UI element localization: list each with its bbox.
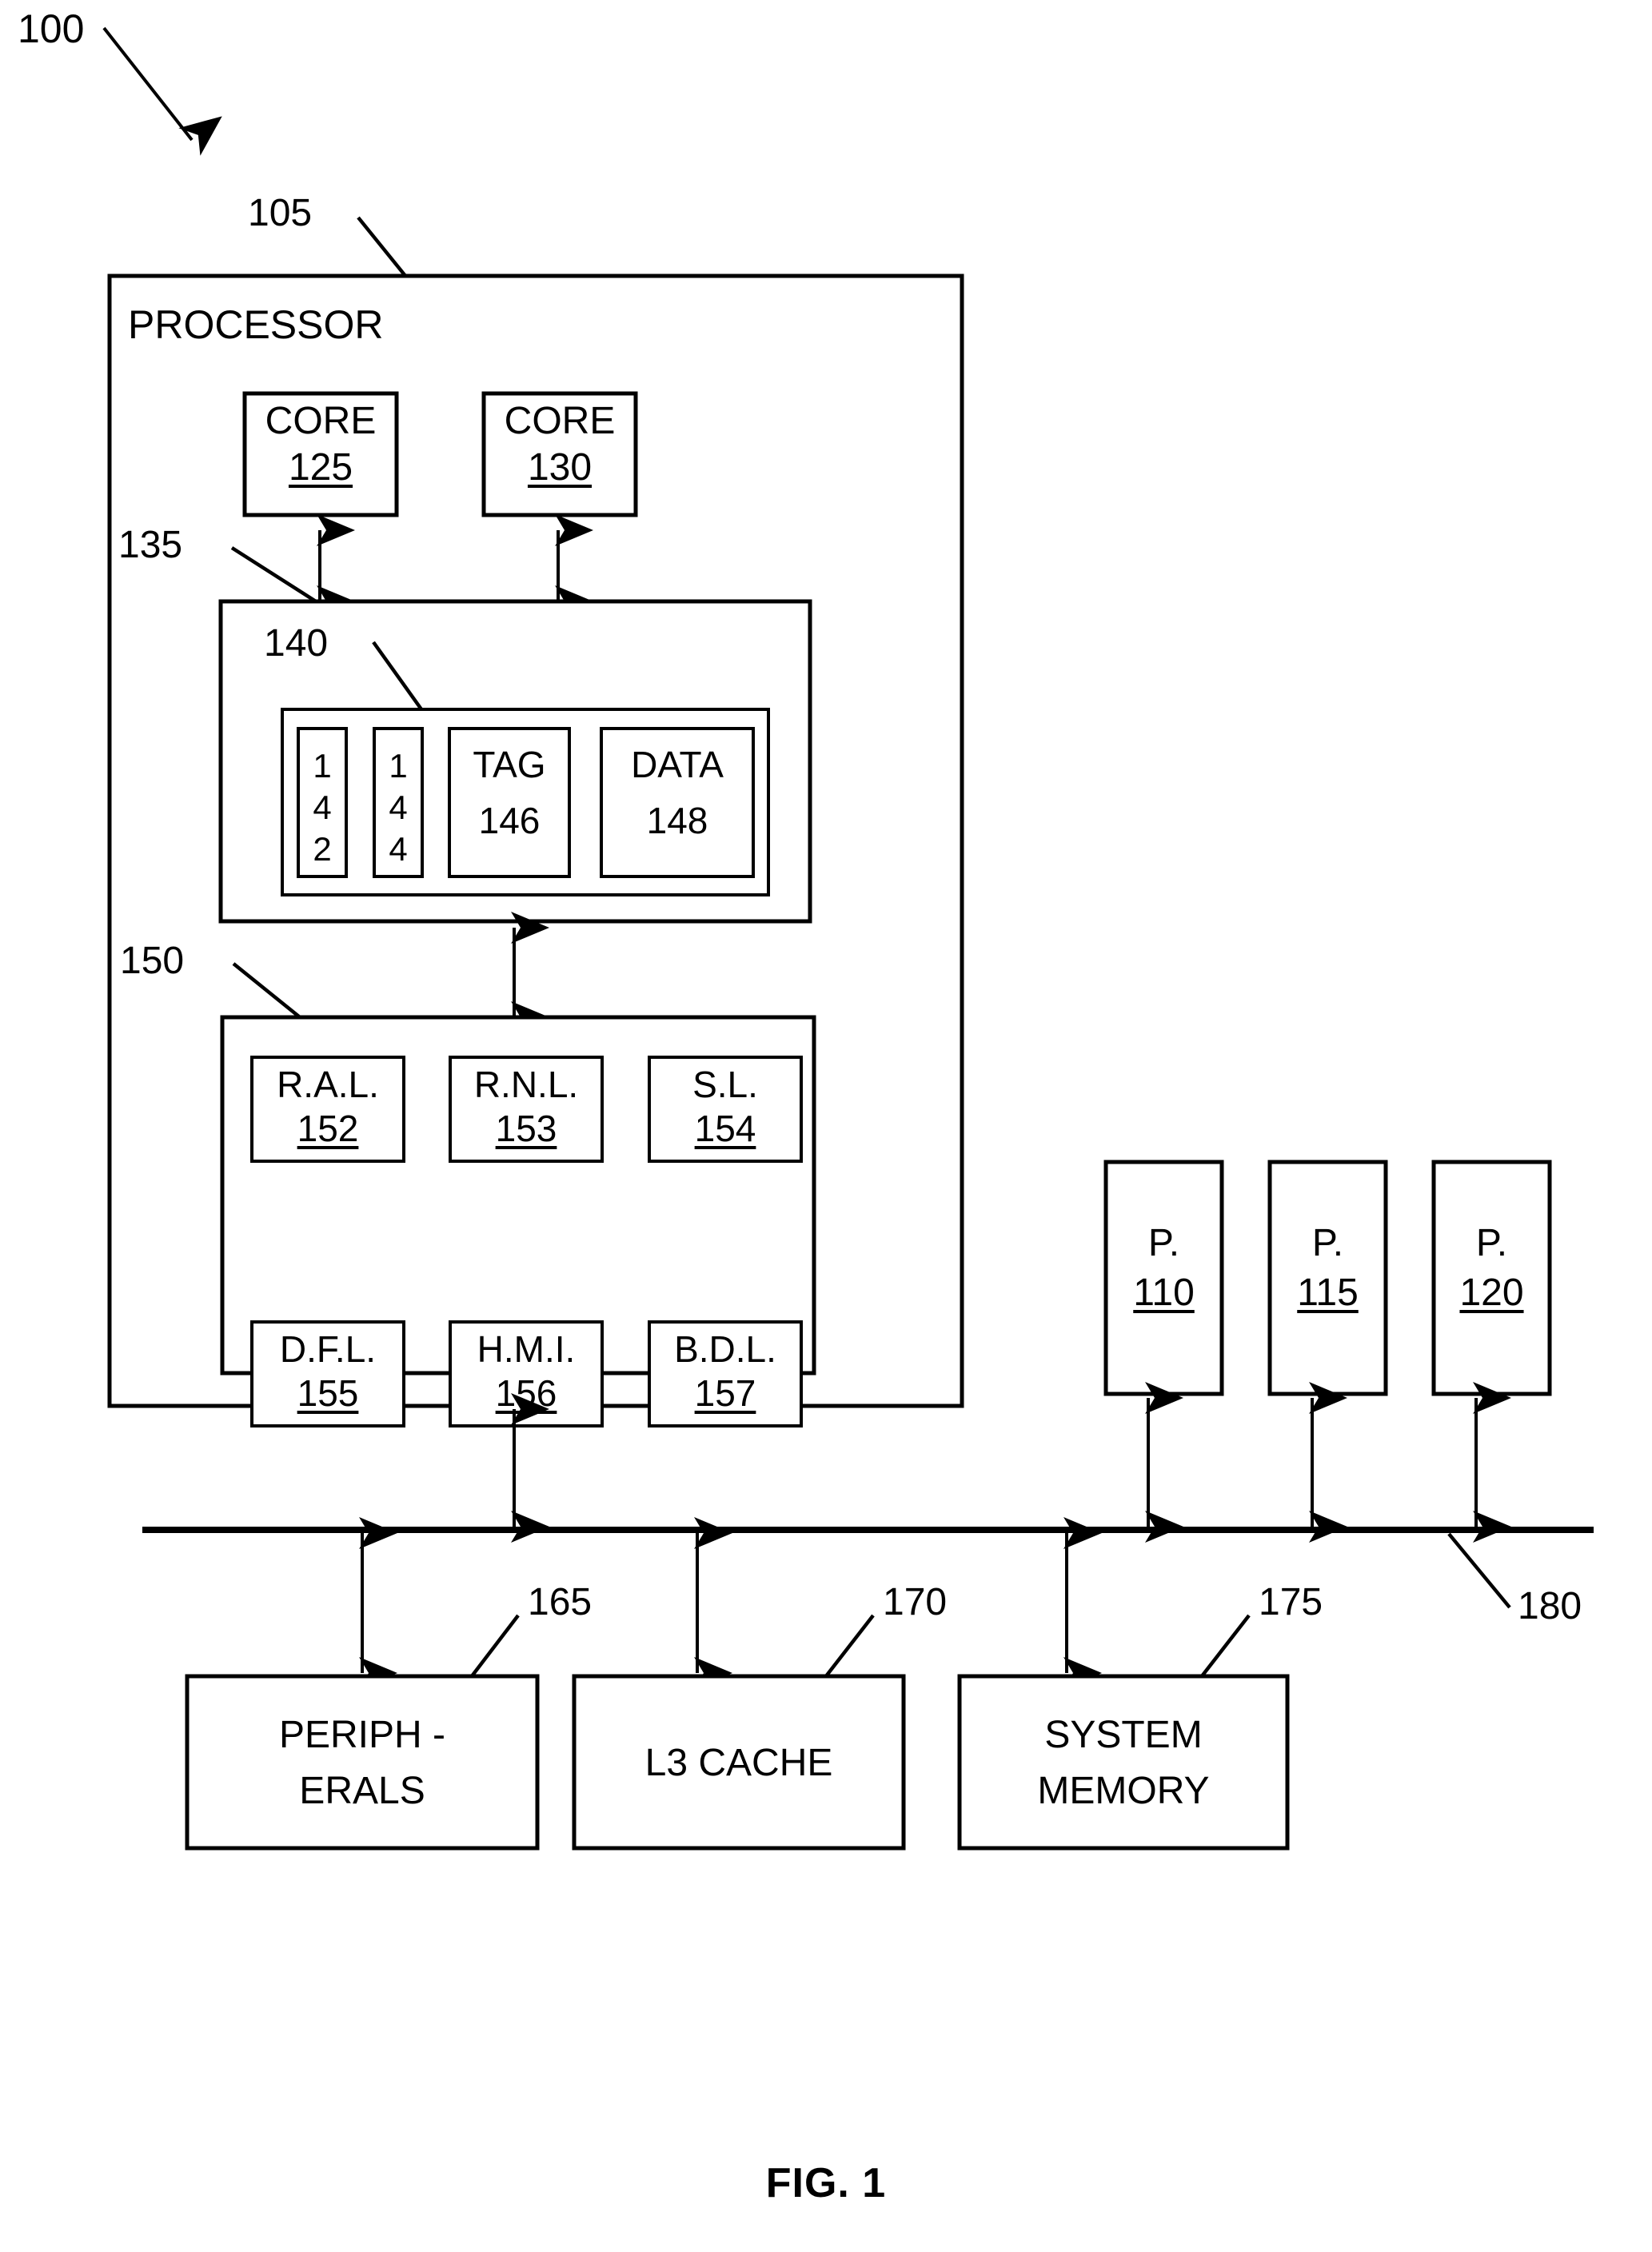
p-115-label: P. <box>1311 1222 1344 1264</box>
leader-175 <box>1200 1614 1251 1678</box>
ref-140: 140 <box>264 622 329 665</box>
logic-unit-154-ref: 154 <box>694 1108 756 1149</box>
cache-cell-144-ref: 1 4 4 <box>374 745 422 870</box>
cache-cell-data-ref: 148 <box>646 800 708 841</box>
ref-150: 150 <box>120 940 185 982</box>
logic-unit-157-ref: 157 <box>694 1372 756 1414</box>
ref-105: 105 <box>248 192 313 234</box>
system-pointer-arrow <box>102 26 222 156</box>
figure-caption: FIG. 1 <box>765 2160 887 2206</box>
logic-unit-152-ref: 152 <box>297 1108 359 1149</box>
p-110-ref: 110 <box>1133 1272 1195 1314</box>
logic-unit-152-label: R.A.L. <box>277 1064 379 1105</box>
digit: 1 <box>313 747 332 785</box>
l3-cache-label: L3 CACHE <box>644 1742 833 1784</box>
logic-unit-153-label: R.N.L. <box>473 1064 579 1105</box>
digit: 4 <box>313 789 332 826</box>
leader-170 <box>824 1614 875 1678</box>
system-memory-label: SYSTEM MEMORY <box>960 1707 1287 1819</box>
digit: 2 <box>313 830 332 868</box>
p-120-label: P. <box>1475 1222 1508 1264</box>
logic-unit-157-label: B.D.L. <box>674 1328 776 1370</box>
digit: 4 <box>389 830 408 868</box>
logic-unit-154-label: S.L. <box>692 1064 758 1105</box>
cache-cell-data-label: DATA <box>631 744 724 785</box>
ref-165: 165 <box>528 1581 593 1623</box>
ref-180: 180 <box>1518 1585 1582 1627</box>
digit: 1 <box>389 747 408 785</box>
core-130-label: CORE <box>504 400 616 442</box>
logic-unit-156-ref: 156 <box>495 1372 557 1414</box>
leader-105 <box>357 216 407 278</box>
logic-unit-153-ref: 153 <box>495 1108 557 1149</box>
ref-100: 100 <box>18 6 85 51</box>
digit: 4 <box>389 789 408 826</box>
logic-unit-156-label: H.M.I. <box>477 1328 576 1370</box>
core-125-label: CORE <box>265 400 377 442</box>
cache-cell-142-ref: 1 4 2 <box>298 745 346 870</box>
system-memory-line-1: SYSTEM <box>1044 1714 1203 1756</box>
p-115-ref: 115 <box>1297 1272 1359 1314</box>
ref-170: 170 <box>883 1581 948 1623</box>
processor-title: PROCESSOR <box>128 302 384 347</box>
cache-cell-tag-label: TAG <box>473 744 546 785</box>
ref-175: 175 <box>1259 1581 1323 1623</box>
peripherals-line-1: PERIPH - <box>278 1714 446 1756</box>
p-120-ref: 120 <box>1459 1272 1524 1314</box>
system-memory-line-2: MEMORY <box>1037 1770 1210 1812</box>
ref-135: 135 <box>118 524 183 566</box>
peripherals-label: PERIPH - ERALS <box>187 1707 537 1819</box>
p-110-label: P. <box>1147 1222 1180 1264</box>
patent-figure-1: 100 105 PROCESSOR CORE 125 CORE 130 135 … <box>0 0 1652 2252</box>
logic-unit-155-label: D.F.L. <box>279 1328 377 1370</box>
cache-cell-tag-ref: 146 <box>478 800 541 841</box>
core-130-ref: 130 <box>527 446 593 489</box>
logic-unit-155-ref: 155 <box>297 1372 359 1414</box>
peripherals-line-2: ERALS <box>299 1770 425 1812</box>
leader-180 <box>1447 1532 1511 1609</box>
leader-165 <box>470 1614 520 1678</box>
core-125-ref: 125 <box>288 446 353 489</box>
